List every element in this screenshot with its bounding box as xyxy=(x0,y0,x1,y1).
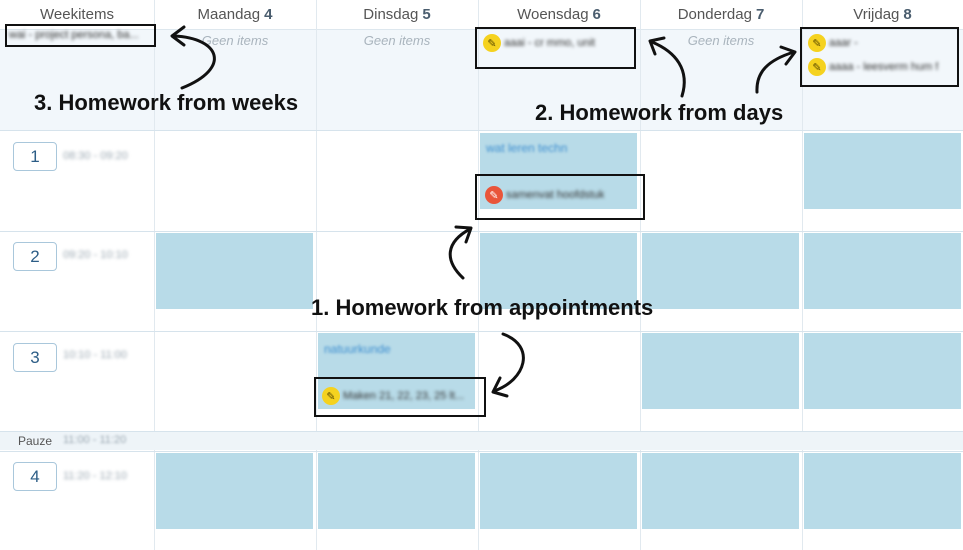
arrow-days-woensdag xyxy=(650,40,686,98)
annotation-arrows xyxy=(170,25,797,398)
arrow-days-vrijdag xyxy=(755,50,796,94)
week-schedule: Weekitems Maandag 4 Dinsdag 5 Woensdag 6 Do… xyxy=(0,0,963,550)
